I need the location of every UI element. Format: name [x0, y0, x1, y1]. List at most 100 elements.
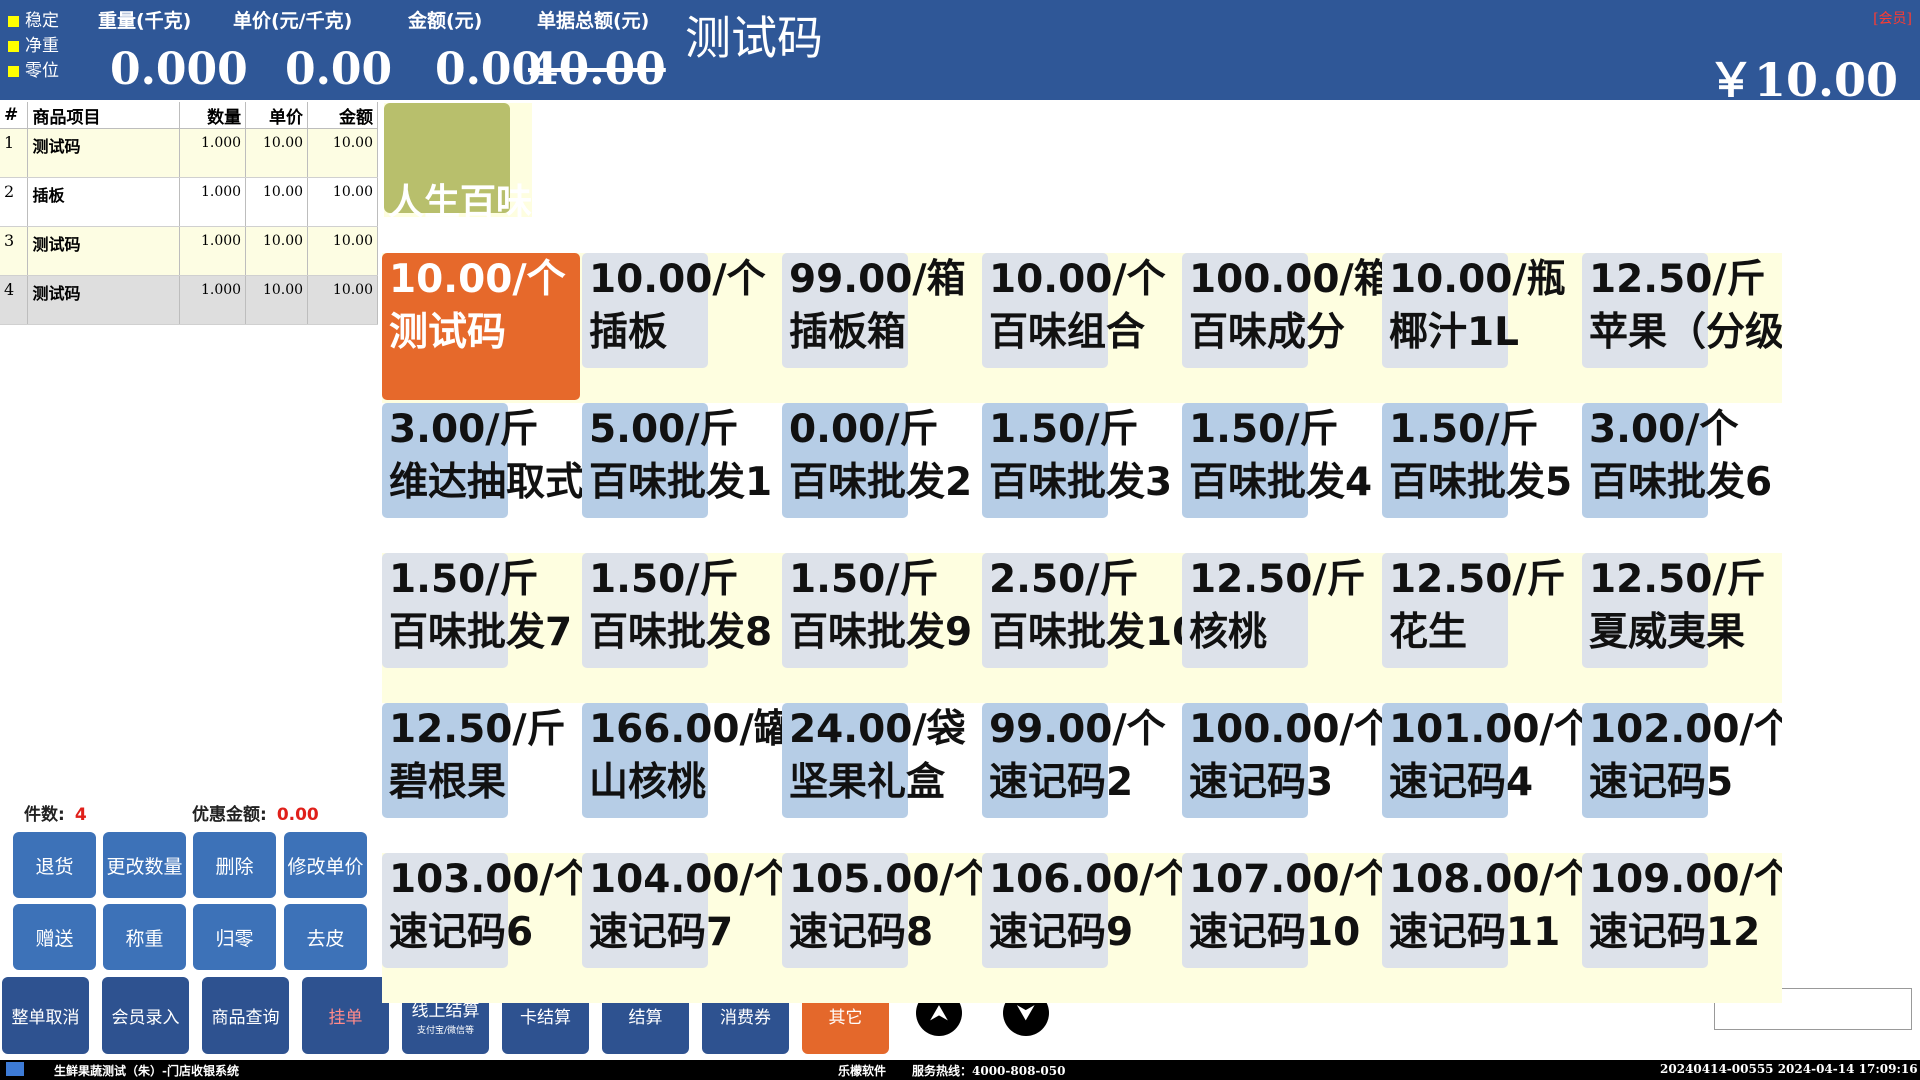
- product-price: 12.50/斤: [1589, 257, 1766, 302]
- product-tile[interactable]: 105.00/个 速记码8: [782, 853, 982, 1003]
- product-tile[interactable]: 107.00/个 速记码10: [1182, 853, 1382, 1003]
- modify-price-button[interactable]: 修改单价: [284, 832, 367, 898]
- col-header-no: #: [0, 102, 29, 129]
- product-price: 1.50/斤: [389, 557, 539, 602]
- product-price: 10.00/瓶: [1389, 257, 1566, 302]
- product-tile[interactable]: 1.50/斤 百味批发5: [1382, 403, 1582, 553]
- col-header-item: 商品项目: [27, 102, 181, 129]
- product-tile[interactable]: 10.00/瓶 椰汁1L: [1382, 253, 1582, 403]
- table-row[interactable]: 3 测试码 1.000 10.00 10.00: [0, 226, 378, 276]
- row-qty: 1.000: [179, 226, 247, 276]
- product-tile[interactable]: 109.00/个 速记码12: [1582, 853, 1782, 1003]
- product-tile[interactable]: 10.00/个 百味组合: [982, 253, 1182, 403]
- product-price: 10.00/个: [389, 257, 566, 302]
- product-tile[interactable]: 100.00/箱 百味成分: [1182, 253, 1382, 403]
- category-tab[interactable]: 人生百味: [384, 103, 532, 217]
- row-amount: 10.00: [307, 177, 378, 227]
- app-title: 生鲜果蔬测试（朱）-门店收银系统: [54, 1064, 239, 1078]
- product-name: 维达抽取式纸面巾: [389, 460, 582, 505]
- table-row[interactable]: 2 插板 1.000 10.00 10.00: [0, 177, 378, 227]
- product-name: 核桃: [1189, 610, 1268, 655]
- return-button[interactable]: 退货: [13, 832, 96, 898]
- zero-button[interactable]: 归零: [193, 904, 276, 970]
- product-tile[interactable]: 3.00/斤维达抽取式纸面巾: [382, 403, 582, 553]
- col-header-amount: 金额: [307, 102, 378, 129]
- product-tile[interactable]: 102.00/个 速记码5: [1582, 703, 1782, 853]
- product-tile[interactable]: 24.00/袋 坚果礼盒: [782, 703, 982, 853]
- product-tile[interactable]: 1.50/斤 百味批发3: [982, 403, 1182, 553]
- member-tag[interactable]: [会员]: [1873, 8, 1912, 28]
- cancel-order-button[interactable]: 整单取消: [2, 977, 89, 1054]
- product-tile[interactable]: 10.00/个 测试码: [382, 253, 582, 403]
- product-tile[interactable]: 12.50/斤 夏威夷果: [1582, 553, 1782, 703]
- product-tile[interactable]: 1.50/斤 百味批发9: [782, 553, 982, 703]
- row-name: 测试码: [27, 275, 181, 325]
- product-tile[interactable]: 1.50/斤 百味批发8: [582, 553, 782, 703]
- product-row: 1.50/斤 百味批发7 1.50/斤 百味批发8 1.50/斤 百味批发9 2.50…: [382, 553, 1782, 703]
- product-price: 12.50/斤: [1389, 557, 1566, 602]
- product-name: 椰汁1L: [1389, 310, 1519, 355]
- row-price: 10.00: [245, 275, 309, 325]
- product-name: 夏威夷果: [1589, 610, 1746, 655]
- product-price: 104.00/个: [589, 857, 782, 902]
- bill-total-label: 单据总额(元): [537, 10, 650, 32]
- product-price: 5.00/斤: [589, 407, 739, 452]
- product-search-button[interactable]: 商品查询: [202, 977, 289, 1054]
- product-name: 速记码11: [1389, 910, 1561, 955]
- product-tile[interactable]: 12.50/斤 核桃: [1182, 553, 1382, 703]
- unit-price-label: 单价(元/千克): [233, 10, 353, 32]
- discount-value: 0.00: [276, 805, 319, 825]
- row-no: 4: [0, 275, 29, 325]
- product-name: 插板: [589, 310, 668, 355]
- product-tile[interactable]: 3.00/个 百味批发6: [1582, 403, 1782, 553]
- tare-button[interactable]: 去皮: [284, 904, 367, 970]
- product-tile[interactable]: 2.50/斤 百味批发10: [982, 553, 1182, 703]
- member-entry-button[interactable]: 会员录入: [102, 977, 189, 1054]
- product-name: 百味批发10: [989, 610, 1182, 655]
- product-tile[interactable]: 12.50/斤苹果（分级）: [1582, 253, 1782, 403]
- product-tile[interactable]: 1.50/斤 百味批发4: [1182, 403, 1382, 553]
- product-price: 105.00/个: [789, 857, 982, 902]
- product-price: 166.00/罐: [589, 707, 782, 752]
- product-name: 百味成分: [1189, 310, 1346, 355]
- product-name: 百味批发2: [789, 460, 973, 505]
- product-tile[interactable]: 108.00/个 速记码11: [1382, 853, 1582, 1003]
- hold-order-button[interactable]: 挂单: [302, 977, 389, 1054]
- product-tile[interactable]: 100.00/个 速记码3: [1182, 703, 1382, 853]
- product-name: 山核桃: [589, 760, 707, 805]
- col-header-price: 单价: [245, 102, 309, 129]
- change-quantity-button[interactable]: 更改数量: [103, 832, 186, 898]
- product-name: 测试码: [389, 310, 507, 355]
- row-qty: 1.000: [179, 275, 247, 325]
- product-tile[interactable]: 12.50/斤 碧根果: [382, 703, 582, 853]
- product-tile[interactable]: 99.00/个 速记码2: [982, 703, 1182, 853]
- product-tile[interactable]: 166.00/罐 山核桃: [582, 703, 782, 853]
- product-name: 百味批发9: [789, 610, 973, 655]
- indicator-stable: 稳定: [8, 10, 59, 32]
- product-tile[interactable]: 104.00/个 速记码7: [582, 853, 782, 1003]
- product-tile[interactable]: 103.00/个 速记码6: [382, 853, 582, 1003]
- product-tile[interactable]: 0.00/斤 百味批发2: [782, 403, 982, 553]
- gift-button[interactable]: 赠送: [13, 904, 96, 970]
- product-name: 坚果礼盒: [789, 760, 946, 805]
- table-header-row: # 商品项目 数量 单价 金额: [0, 102, 378, 129]
- status-bar: 生鲜果蔬测试（朱）-门店收银系统 乐檬软件 服务热线：4000-808-050 …: [0, 1060, 1920, 1080]
- product-tile[interactable]: 10.00/个 插板: [582, 253, 782, 403]
- product-tile[interactable]: 101.00/个 速记码4: [1382, 703, 1582, 853]
- product-tile[interactable]: 106.00/个 速记码9: [982, 853, 1182, 1003]
- product-price: 1.50/斤: [1389, 407, 1539, 452]
- product-price: 1.50/斤: [989, 407, 1139, 452]
- product-price: 109.00/个: [1589, 857, 1782, 902]
- product-tile[interactable]: 1.50/斤 百味批发7: [382, 553, 582, 703]
- discount-amount: 优惠金额: 0.00: [192, 800, 319, 825]
- product-tile[interactable]: 5.00/斤 百味批发1: [582, 403, 782, 553]
- product-name: 速记码3: [1189, 760, 1334, 805]
- product-name: 速记码5: [1589, 760, 1734, 805]
- weigh-button[interactable]: 称重: [103, 904, 186, 970]
- discount-label: 优惠金额:: [192, 805, 267, 825]
- product-tile[interactable]: 12.50/斤 花生: [1382, 553, 1582, 703]
- table-row-selected[interactable]: 4 测试码 1.000 10.00 10.00: [0, 275, 378, 325]
- delete-button[interactable]: 删除: [193, 832, 276, 898]
- table-row[interactable]: 1 测试码 1.000 10.00 10.00: [0, 128, 378, 178]
- product-tile[interactable]: 99.00/箱 插板箱: [782, 253, 982, 403]
